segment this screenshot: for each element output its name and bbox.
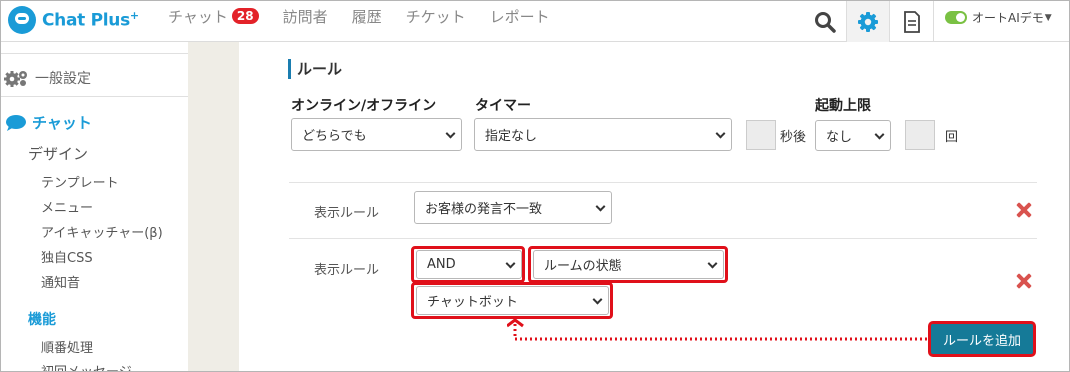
chevron-down-icon [445,128,456,139]
status-toggle[interactable] [945,11,967,24]
divider [289,182,1037,183]
online-offline-value: どちらでも [302,129,367,144]
sidebar-item-template[interactable]: テンプレート [41,172,119,191]
sidebar-item-general[interactable]: 一般設定 [4,68,91,88]
sidebar-item-first-message[interactable]: 初回メッセージ [41,361,132,371]
gutter [188,42,239,371]
document-button[interactable] [890,1,934,42]
sidebar-item-general-label: 一般設定 [35,71,91,87]
speech-bubble-icon [6,114,26,131]
rule-operator-select[interactable]: AND [416,250,522,279]
sidebar-item-notification-sound[interactable]: 通知音 [41,272,80,291]
chevron-down-icon [505,258,516,269]
limit-count-input[interactable] [905,120,935,150]
user-menu[interactable]: オートAIデモ ▼ [945,9,1052,26]
top-bar: Chat Plus+ チャット 28 訪問者 履歴 チケット レポート オートA… [1,1,1069,42]
times-label: 回 [945,130,959,145]
delete-rule-icon[interactable] [1016,273,1032,289]
seconds-input[interactable] [746,120,776,150]
rule-state-select[interactable]: チャットボット [416,286,609,315]
section-title: ルール [288,59,342,79]
main-nav: チャット 28 訪問者 履歴 チケット レポート [168,6,574,26]
app-window: Chat Plus+ チャット 28 訪問者 履歴 チケット レポート オートA… [0,0,1070,372]
settings-button[interactable] [846,1,890,42]
delete-rule-icon[interactable] [1016,202,1032,218]
nav-tickets[interactable]: チケット [406,6,466,27]
chat-plus-logo-icon [8,6,36,34]
sidebar-item-chat-label: チャット [32,114,92,132]
chevron-down-icon: ▼ [1044,12,1052,23]
display-rule-label: 表示ルール [314,263,380,278]
sidebar-item-custom-css[interactable]: 独自CSS [41,247,93,266]
launch-limit-select[interactable]: なし [815,120,891,151]
add-rule-button[interactable]: ルールを追加 [928,321,1036,357]
rule-operator-value: AND [427,257,456,272]
gears-icon [4,71,27,87]
user-name: オートAIデモ [972,11,1044,25]
nav-reports[interactable]: レポート [490,6,550,27]
sidebar-item-menu[interactable]: メニュー [41,197,93,216]
chevron-down-icon [715,128,726,139]
launch-limit-value: なし [826,130,853,145]
chevron-down-icon [595,201,606,212]
logo[interactable]: Chat Plus+ [8,5,139,35]
unread-badge: 28 [231,8,259,24]
chevron-down-icon [592,294,603,305]
document-icon [903,10,920,33]
display-rule-label: 表示ルール [314,206,380,221]
rule-condition-select[interactable]: お客様の発言不一致 [414,191,612,224]
divider [1,96,188,97]
timer-label: タイマー [475,98,531,114]
main-content: ルール オンライン/オフライン タイマー 起動上限 どちらでも 指定なし 秒後 … [239,42,1069,371]
rule-condition-value: お客様の発言不一致 [425,202,543,217]
chevron-down-icon [874,129,885,140]
rule-state-value: チャットボット [427,295,518,310]
seconds-after-label: 秒後 [780,130,807,145]
sidebar-item-eyecatcher[interactable]: アイキャッチャー(β) [41,222,163,241]
online-offline-select[interactable]: どちらでも [291,118,462,151]
logo-text: Chat Plus+ [42,9,139,31]
nav-visitors[interactable]: 訪問者 [283,6,328,27]
sidebar-item-order[interactable]: 順番処理 [41,337,93,356]
divider [1,53,188,54]
search-icon [815,11,836,33]
sidebar-item-functions[interactable]: 機能 [28,309,56,329]
nav-chat-label: チャット [168,7,228,26]
chevron-down-icon [707,258,718,269]
rule-target-value: ルームの状態 [544,259,622,274]
nav-chat[interactable]: チャット 28 [168,6,259,27]
sidebar: 一般設定 チャット デザイン テンプレート メニュー アイキャッチャー(β) 独… [1,42,188,371]
sidebar-item-chat[interactable]: チャット [5,112,92,133]
sidebar-item-design[interactable]: デザイン [28,143,88,164]
annotation-arrow [507,318,927,341]
nav-history[interactable]: 履歴 [352,6,382,27]
timer-value: 指定なし [485,129,538,144]
launch-limit-label: 起動上限 [815,98,871,114]
rule-target-select[interactable]: ルームの状態 [533,250,724,279]
gear-icon [858,11,878,32]
divider [289,238,1037,239]
search-button[interactable] [808,1,842,42]
timer-select[interactable]: 指定なし [474,118,732,151]
online-offline-label: オンライン/オフライン [291,98,437,114]
